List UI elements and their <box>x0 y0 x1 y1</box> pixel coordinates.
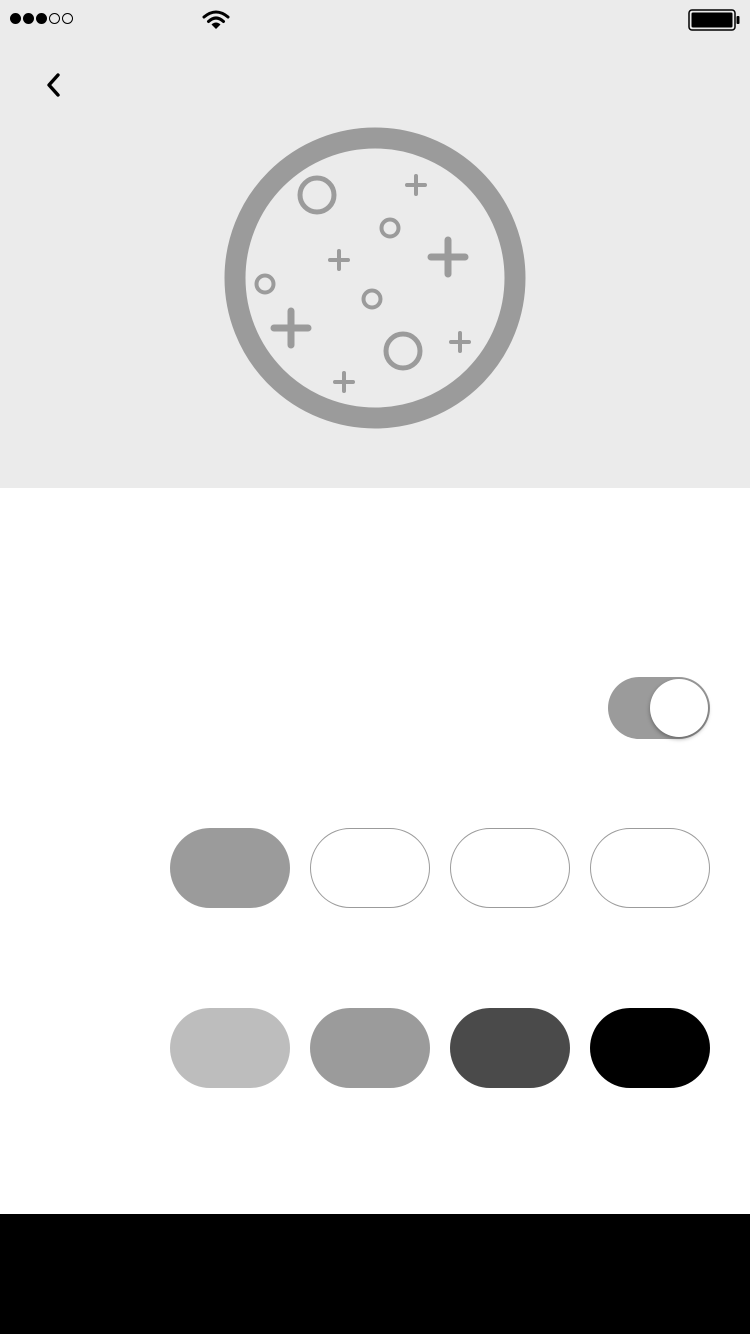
color-option-dark-gray[interactable] <box>450 1008 570 1088</box>
color-option-group <box>170 1008 710 1088</box>
header-area <box>0 0 750 488</box>
bottom-bar <box>0 1214 750 1334</box>
size-option[interactable] <box>310 828 430 908</box>
size-option[interactable] <box>450 828 570 908</box>
back-button[interactable] <box>36 66 72 104</box>
color-option-black[interactable] <box>590 1008 710 1088</box>
size-option-group <box>170 828 710 908</box>
size-option[interactable] <box>170 828 290 908</box>
signal-strength-icon <box>10 13 73 24</box>
signal-dot <box>23 13 34 24</box>
signal-dot <box>49 13 60 24</box>
sparkle-circle-icon <box>224 127 526 429</box>
toggle-knob <box>650 679 708 737</box>
screen <box>0 0 750 1334</box>
signal-dot <box>62 13 73 24</box>
color-option-light-gray[interactable] <box>170 1008 290 1088</box>
color-option-gray[interactable] <box>310 1008 430 1088</box>
wifi-icon <box>202 10 230 29</box>
chevron-left-icon <box>47 73 60 97</box>
settings-toggle[interactable] <box>608 677 710 739</box>
signal-dot <box>36 13 47 24</box>
battery-icon <box>688 9 740 31</box>
size-option[interactable] <box>590 828 710 908</box>
signal-dot <box>10 13 21 24</box>
status-bar <box>0 0 750 40</box>
